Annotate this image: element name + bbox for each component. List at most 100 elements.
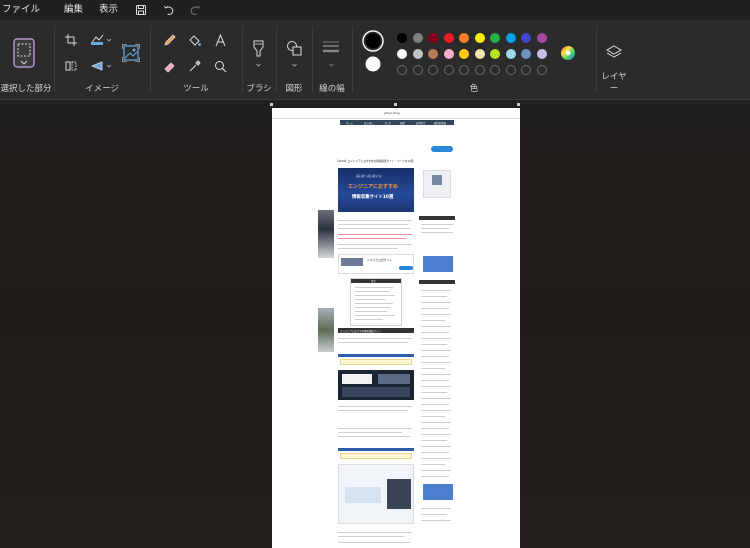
palette-color-swatch[interactable]: [459, 49, 469, 59]
article-banner: 初心者～初心者にも！ エンジニアにおすすめ 情報収集サイト10選: [338, 168, 414, 212]
palette-color-swatch[interactable]: [428, 33, 438, 43]
blog-nav-item: はじめに: [364, 122, 374, 125]
eraser-icon[interactable]: [163, 60, 176, 73]
palette-color-swatch[interactable]: [397, 49, 407, 59]
custom-color-slot[interactable]: [459, 65, 469, 75]
edit-colors-icon[interactable]: [560, 45, 576, 61]
save-icon[interactable]: [130, 0, 152, 20]
section-heading: エンジニアにおすすめ情報収集サイト: [338, 328, 414, 333]
flip-icon[interactable]: [65, 60, 77, 72]
brush-group-label: ブラシ: [246, 84, 272, 94]
chevron-down-icon[interactable]: [106, 37, 112, 43]
crop-icon[interactable]: [65, 34, 77, 46]
palette-color-swatch[interactable]: [474, 33, 485, 43]
chevron-down-icon[interactable]: [291, 62, 298, 68]
ad-card-title: ドスパラ公式サイト: [367, 258, 393, 262]
undo-icon[interactable]: [158, 0, 180, 20]
color-picker-icon[interactable]: [188, 60, 201, 73]
palette-color-swatch[interactable]: [459, 33, 469, 43]
blog-nav-item: 運営者情報: [434, 122, 446, 125]
banner-line3: 情報収集サイト10選: [352, 195, 394, 200]
menu-bar: ファイル 編集 表示: [0, 0, 750, 20]
palette-color-swatch[interactable]: [490, 49, 500, 59]
chevron-down-icon[interactable]: [255, 62, 262, 68]
custom-color-slot[interactable]: [536, 65, 547, 75]
redo-icon[interactable]: [184, 0, 206, 20]
palette-color-swatch[interactable]: [443, 33, 454, 43]
ribbon-toolbar: 選択した部分 イメージ ツール ブラシ 図形 線の幅 色 レイヤー: [0, 20, 750, 100]
palette-color-swatch[interactable]: [412, 33, 423, 43]
ribbon-divider: [312, 26, 313, 92]
layers-group-label: レイヤー: [601, 72, 627, 94]
selection-tool-icon[interactable]: [13, 38, 35, 68]
custom-color-slot[interactable]: [505, 65, 516, 75]
palette-color-swatch[interactable]: [490, 33, 500, 43]
blog-nav-item: ホーム: [346, 122, 354, 125]
secondary-color-swatch[interactable]: [365, 56, 381, 72]
article-column: 【2024】エンジニアにおすすめの情報収集サイト・ツールを10選 初心者～初心者…: [336, 128, 416, 548]
layers-icon[interactable]: [606, 44, 622, 60]
menu-edit[interactable]: 編集: [56, 0, 91, 20]
custom-color-slot[interactable]: [412, 65, 423, 75]
palette-color-swatch[interactable]: [428, 49, 438, 59]
blog-nav-item: ブログ: [384, 122, 392, 125]
palette-color-swatch[interactable]: [505, 33, 516, 43]
shapes-icon[interactable]: [286, 40, 302, 56]
custom-color-slot[interactable]: [490, 65, 500, 75]
pencil-icon[interactable]: [163, 34, 176, 47]
palette-color-swatch[interactable]: [521, 49, 531, 59]
banner-line2: エンジニアにおすすめ: [348, 184, 399, 190]
left-ad-banner: [318, 210, 334, 258]
line-width-icon[interactable]: [322, 40, 340, 54]
ad-card: ドスパラ公式サイト: [338, 254, 414, 274]
resize-handle[interactable]: [394, 103, 397, 106]
resize-icon[interactable]: [90, 34, 104, 46]
brush-icon[interactable]: [251, 40, 266, 57]
custom-color-slot[interactable]: [474, 65, 485, 75]
palette-color-swatch[interactable]: [505, 49, 516, 59]
tools-group-label: ツール: [183, 84, 209, 94]
toc-heading: 目次: [371, 280, 376, 283]
palette-color-swatch[interactable]: [397, 33, 407, 43]
palette-color-swatch[interactable]: [521, 33, 531, 43]
palette-color-swatch[interactable]: [536, 49, 547, 59]
shapes-group-label: 図形: [285, 84, 303, 94]
menu-file[interactable]: ファイル: [0, 0, 48, 20]
custom-color-slot[interactable]: [443, 65, 454, 75]
blog-nav-item: 技術: [400, 122, 405, 125]
banner-line1: 初心者～初心者にも！: [356, 174, 384, 178]
palette-color-swatch[interactable]: [443, 49, 454, 59]
table-of-contents: 目次: [350, 278, 402, 326]
chevron-down-icon[interactable]: [106, 63, 112, 69]
canvas-image[interactable]: gihyo.blog ホーム はじめに ブログ 技術 お問合せ 運営者情報 エト…: [272, 108, 520, 548]
custom-color-slot[interactable]: [397, 65, 407, 75]
ribbon-divider: [242, 26, 243, 92]
tools-group: ツール: [152, 20, 240, 100]
ribbon-divider: [352, 26, 353, 92]
screenshot-image: [338, 464, 414, 524]
resize-handle[interactable]: [270, 103, 273, 106]
text-tool-icon[interactable]: [214, 34, 227, 47]
palette-color-swatch[interactable]: [536, 33, 547, 43]
magnifier-icon[interactable]: [214, 60, 227, 73]
custom-color-slot[interactable]: [428, 65, 438, 75]
ribbon-divider: [54, 26, 55, 92]
colors-group: 色: [354, 20, 594, 100]
rotate-icon[interactable]: [90, 60, 104, 72]
primary-color-swatch[interactable]: [362, 30, 384, 52]
menu-view[interactable]: 表示: [91, 0, 126, 20]
screenshot-image: [338, 370, 414, 400]
colors-group-label: 色: [469, 84, 479, 94]
chevron-down-icon[interactable]: [328, 62, 335, 68]
image-properties-icon[interactable]: [122, 44, 140, 62]
image-group: イメージ: [56, 20, 148, 100]
palette-color-swatch[interactable]: [474, 49, 485, 59]
custom-color-slot[interactable]: [521, 65, 531, 75]
shapes-group: 図形: [278, 20, 310, 100]
palette-color-swatch[interactable]: [412, 49, 423, 59]
fill-bucket-icon[interactable]: [188, 34, 201, 47]
resize-handle[interactable]: [517, 103, 520, 106]
blog-button: [431, 146, 453, 152]
selection-group: 選択した部分: [0, 20, 52, 100]
section-heading-text: エンジニアにおすすめ情報収集サイト: [340, 330, 381, 333]
